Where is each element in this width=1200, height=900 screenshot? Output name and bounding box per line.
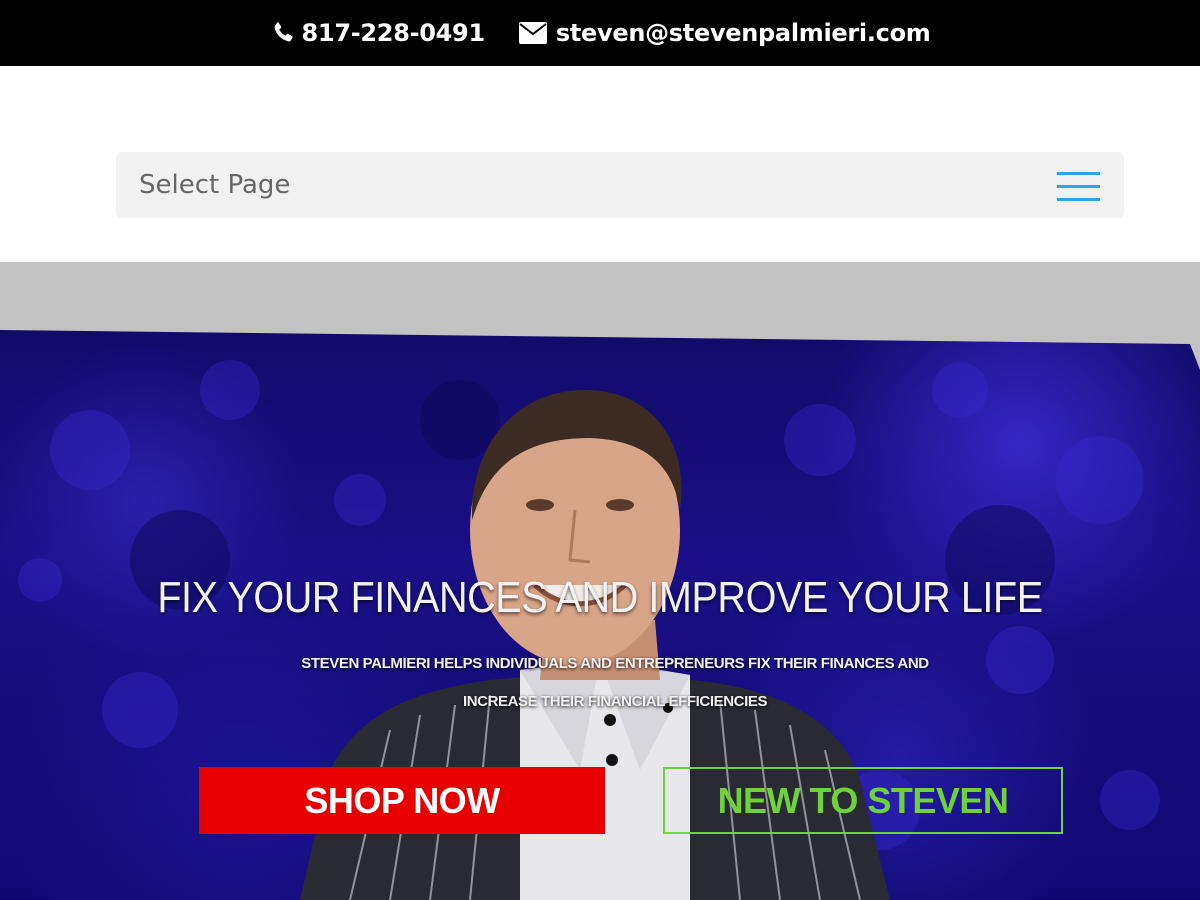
- site-header: Select Page: [0, 66, 1200, 262]
- hamburger-menu-icon[interactable]: [1057, 172, 1100, 202]
- hero-banner: FIX YOUR FINANCES AND IMPROVE YOUR LIFE …: [0, 330, 1200, 900]
- phone-number: 817-228-0491: [301, 19, 486, 47]
- hero-headline: FIX YOUR FINANCES AND IMPROVE YOUR LIFE: [157, 573, 1043, 622]
- new-to-steven-button[interactable]: NEW TO STEVEN: [663, 767, 1063, 834]
- email-contact[interactable]: steven@stevenpalmieri.com: [518, 19, 931, 47]
- hero-subheadline: STEVEN PALMIERI HELPS INDIVIDUALS AND EN…: [200, 645, 1030, 721]
- phone-contact[interactable]: 817-228-0491: [270, 19, 485, 47]
- envelope-icon: [518, 22, 547, 44]
- select-page-menu[interactable]: Select Page: [116, 152, 1124, 218]
- phone-icon: [274, 22, 293, 42]
- hero-subline-2: INCREASE THEIR FINANCIAL EFFICIENCIES: [462, 693, 768, 710]
- email-address: steven@stevenpalmieri.com: [555, 19, 931, 47]
- top-contact-bar: 817-228-0491 steven@stevenpalmieri.com: [0, 0, 1200, 66]
- hero-subline-1: STEVEN PALMIERI HELPS INDIVIDUALS AND EN…: [301, 655, 929, 672]
- select-page-label: Select Page: [139, 170, 291, 200]
- shop-now-button[interactable]: SHOP NOW: [199, 767, 605, 834]
